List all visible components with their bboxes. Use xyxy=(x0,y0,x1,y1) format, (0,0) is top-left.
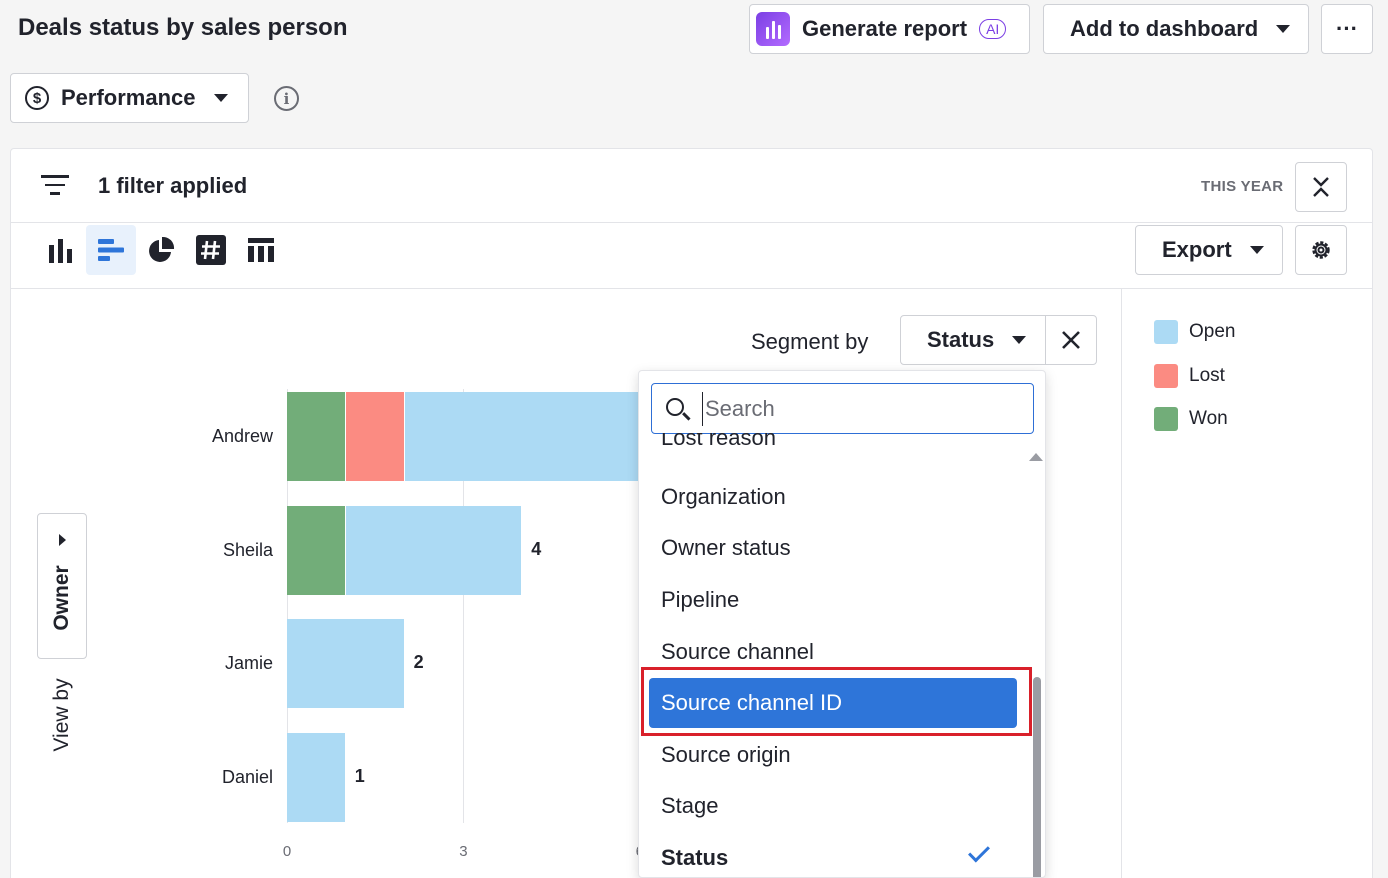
category-label: Sheila xyxy=(222,540,273,560)
ai-badge: AI xyxy=(979,19,1007,39)
dropdown-item-pipeline[interactable]: Pipeline xyxy=(649,575,1017,625)
dropdown-list: Lost reason Organization Owner status Pi… xyxy=(639,433,1029,877)
dropdown-item-status[interactable]: Status xyxy=(649,833,1017,877)
view-pie-chart[interactable] xyxy=(136,225,186,275)
more-icon: ··· xyxy=(1336,16,1358,41)
legend-item-lost[interactable]: Lost xyxy=(1154,364,1225,388)
search-field[interactable] xyxy=(651,383,1034,434)
bar-segment-open[interactable] xyxy=(287,619,404,708)
view-toolbar: Export xyxy=(11,223,1372,289)
segment-dropdown-menu: Lost reason Organization Owner status Pi… xyxy=(638,370,1046,878)
legend-item-won[interactable]: Won xyxy=(1154,407,1228,431)
dropdown-item-lost-reason[interactable]: Lost reason xyxy=(649,433,1017,463)
export-label: Export xyxy=(1162,237,1232,262)
legend-swatch xyxy=(1154,320,1178,344)
close-icon xyxy=(1062,331,1080,349)
period-label: THIS YEAR xyxy=(1201,178,1284,195)
dropdown-item-label: Status xyxy=(661,845,729,870)
report-ai-icon xyxy=(756,12,790,46)
add-to-dashboard-button[interactable]: Add to dashboard xyxy=(1043,4,1309,54)
caret-down-icon xyxy=(1276,25,1291,33)
category-label: Jamie xyxy=(224,653,273,673)
legend-label: Open xyxy=(1189,321,1236,342)
add-to-dashboard-label: Add to dashboard xyxy=(1070,16,1259,41)
performance-label: Performance xyxy=(61,85,196,110)
legend: Open Lost Won xyxy=(1121,289,1374,878)
segment-by-label: Segment by xyxy=(751,329,869,354)
x-tick-label: 3 xyxy=(459,843,468,860)
caret-down-icon xyxy=(1012,336,1027,344)
dropdown-item-owner-status[interactable]: Owner status xyxy=(649,523,1017,573)
highlight-box xyxy=(641,667,1032,736)
legend-label: Lost xyxy=(1189,365,1225,386)
view-by-label: View by xyxy=(50,678,73,752)
legend-label: Won xyxy=(1189,408,1228,429)
view-by-toggle[interactable]: Owner xyxy=(37,513,87,659)
filter-bar: 1 filter applied THIS YEAR xyxy=(11,149,1372,223)
category-label: Daniel xyxy=(221,767,273,787)
checkmark-icon xyxy=(968,840,990,863)
view-horizontal-bar[interactable] xyxy=(86,225,136,275)
segment-by-value: Status xyxy=(927,327,995,352)
dollar-circle-icon: $ xyxy=(25,86,49,110)
view-by-value: Owner xyxy=(50,565,73,631)
gear-icon xyxy=(1312,241,1330,259)
bar-segment-open[interactable] xyxy=(287,733,345,822)
caret-down-icon xyxy=(1249,246,1264,254)
dropdown-item-stage[interactable]: Stage xyxy=(649,781,1017,831)
filter-summary[interactable]: 1 filter applied xyxy=(98,173,247,199)
scrollbar-thumb[interactable] xyxy=(1033,677,1041,877)
dropdown-item-organization[interactable]: Organization xyxy=(649,472,1017,522)
info-icon[interactable]: i xyxy=(274,86,299,111)
bar-total-label: 2 xyxy=(413,652,424,672)
x-tick-label: 0 xyxy=(282,843,292,860)
number-icon xyxy=(196,235,226,265)
bar-segment-won[interactable] xyxy=(287,506,345,595)
caret-down-icon xyxy=(213,94,228,102)
dropdown-item-source-origin[interactable]: Source origin xyxy=(649,730,1017,780)
scroll-up-arrow-icon[interactable] xyxy=(1029,453,1043,461)
view-number[interactable] xyxy=(186,225,236,275)
bar-segment-won[interactable] xyxy=(287,392,345,481)
more-options-button[interactable]: ··· xyxy=(1321,4,1373,54)
segment-clear-button[interactable] xyxy=(1045,315,1097,365)
table-icon xyxy=(248,238,274,262)
search-icon xyxy=(666,398,684,416)
bar-segment-open[interactable] xyxy=(345,506,522,595)
bar-chart-icon xyxy=(49,239,72,263)
bar-total-label: 1 xyxy=(354,766,365,786)
view-bar-chart[interactable] xyxy=(36,225,86,275)
caret-right-icon xyxy=(59,534,66,546)
pie-chart-icon xyxy=(149,236,175,262)
view-table[interactable] xyxy=(236,225,286,275)
legend-swatch xyxy=(1154,364,1178,388)
bar-segment-lost[interactable] xyxy=(345,392,404,481)
collapse-icon xyxy=(1313,177,1329,197)
performance-dropdown[interactable]: $ Performance xyxy=(10,73,249,123)
bar-total-label: 4 xyxy=(531,539,542,559)
legend-swatch xyxy=(1154,407,1178,431)
generate-report-label: Generate report xyxy=(802,16,968,41)
horizontal-bar-icon xyxy=(98,239,124,261)
segment-by-select[interactable]: Status xyxy=(900,315,1046,365)
page-title: Deals status by sales person xyxy=(18,14,348,41)
legend-item-open[interactable]: Open xyxy=(1154,320,1235,344)
generate-report-button[interactable]: Generate report AI xyxy=(749,4,1030,54)
collapse-button[interactable] xyxy=(1295,162,1347,212)
export-button[interactable]: Export xyxy=(1135,225,1283,275)
filter-icon[interactable] xyxy=(41,175,69,201)
settings-button[interactable] xyxy=(1295,225,1347,275)
search-input[interactable] xyxy=(702,392,1022,426)
category-label: Andrew xyxy=(211,426,273,446)
